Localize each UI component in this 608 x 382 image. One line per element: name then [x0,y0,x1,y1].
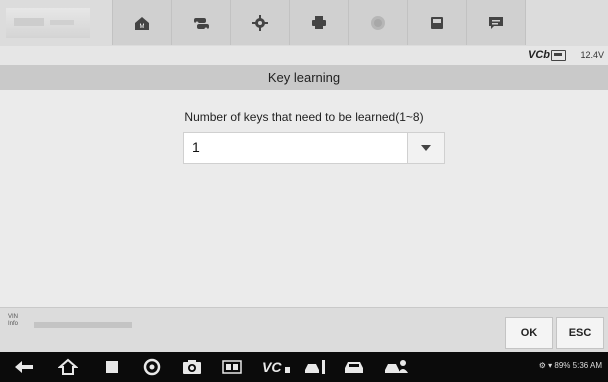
vehicle-swap-button[interactable] [172,0,231,45]
screen-mirror-button[interactable] [220,357,244,377]
system-status-tray: ⚙ ▾ 89% 5:36 AM [539,361,602,370]
battery-time-text: 89% 5:36 AM [554,361,602,370]
camera-button[interactable] [180,357,204,377]
dropdown-arrow-button[interactable] [407,133,444,163]
save-icon [431,16,443,29]
page-title: Key learning [0,65,608,90]
vci-manager-button[interactable]: VC [260,357,292,377]
svg-text:M: M [140,24,145,30]
home-button[interactable]: M [112,0,172,45]
screen-mirror-icon [222,360,242,374]
home-nav-button[interactable] [56,357,80,377]
toolbar-button-group: M [112,0,526,45]
help-icon [371,15,385,30]
message-button[interactable] [467,0,526,45]
vehicle-info-redacted [34,322,132,328]
car-icon [345,362,363,373]
status-indicators-icon: ⚙ ▾ [538,361,555,370]
car-button[interactable] [342,357,366,377]
chevron-down-icon [421,145,431,151]
car-scan-icon [305,360,325,374]
back-button[interactable] [12,357,36,377]
main-content: Number of keys that need to be learned(1… [0,90,608,307]
vehicle-scan-button[interactable] [302,357,328,377]
recent-apps-icon [106,361,118,373]
app-logo [6,8,90,38]
battery-icon [551,50,566,61]
svg-text:VC: VC [262,359,282,375]
key-count-dropdown[interactable]: 1 [183,132,445,164]
key-count-prompt: Number of keys that need to be learned(1… [184,110,424,124]
save-button[interactable] [408,0,467,45]
car-person-icon [385,360,408,373]
browser-icon [143,358,161,376]
top-toolbar: M [0,0,608,47]
vci-icon: VC [262,359,290,375]
recent-apps-button[interactable] [100,357,124,377]
remote-support-button[interactable] [382,357,410,377]
back-arrow-icon [15,361,33,373]
status-line [0,46,608,65]
home-icon: M [135,16,149,30]
vehicle-info-labels: VIN Info [8,314,18,328]
message-icon [489,17,503,29]
browser-button[interactable] [140,357,164,377]
vci-status-label: VCb [528,49,550,61]
ok-button[interactable]: OK [505,317,553,349]
footer-bar: VIN Info OK ESC [0,307,608,352]
print-button[interactable] [290,0,349,45]
android-navigation-bar: VC ⚙ ▾ 89% 5:36 AM [0,352,608,382]
dropdown-selected-value: 1 [192,139,200,155]
settings-button[interactable] [231,0,290,45]
camera-icon [183,360,201,374]
info-label: Info [8,321,19,327]
vehicle-swap-icon [194,17,209,30]
print-icon [312,16,326,29]
vin-label: VIN [8,314,19,320]
esc-button[interactable]: ESC [556,317,604,349]
home-nav-icon [58,358,78,375]
settings-icon [252,14,268,31]
voltage-readout: 12.4V [580,50,604,60]
help-button[interactable] [349,0,408,45]
